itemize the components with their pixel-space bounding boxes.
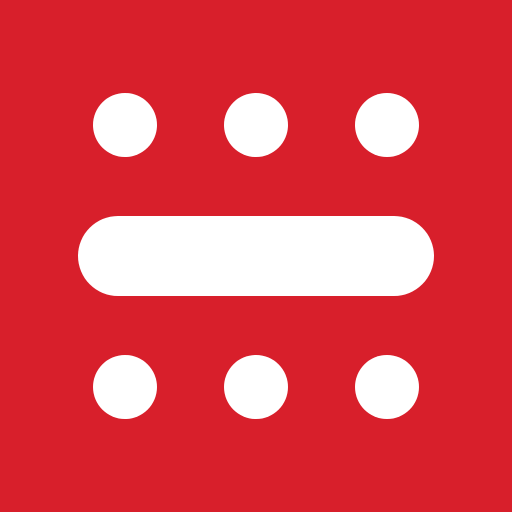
top-left-dot	[93, 93, 157, 157]
bottom-left-dot	[93, 355, 157, 419]
app-icon	[0, 0, 512, 512]
bottom-right-dot	[355, 355, 419, 419]
top-right-dot	[355, 93, 419, 157]
dots-and-bar-logo-icon	[0, 0, 512, 512]
center-bar	[78, 216, 434, 296]
bottom-center-dot	[224, 355, 288, 419]
top-center-dot	[224, 93, 288, 157]
